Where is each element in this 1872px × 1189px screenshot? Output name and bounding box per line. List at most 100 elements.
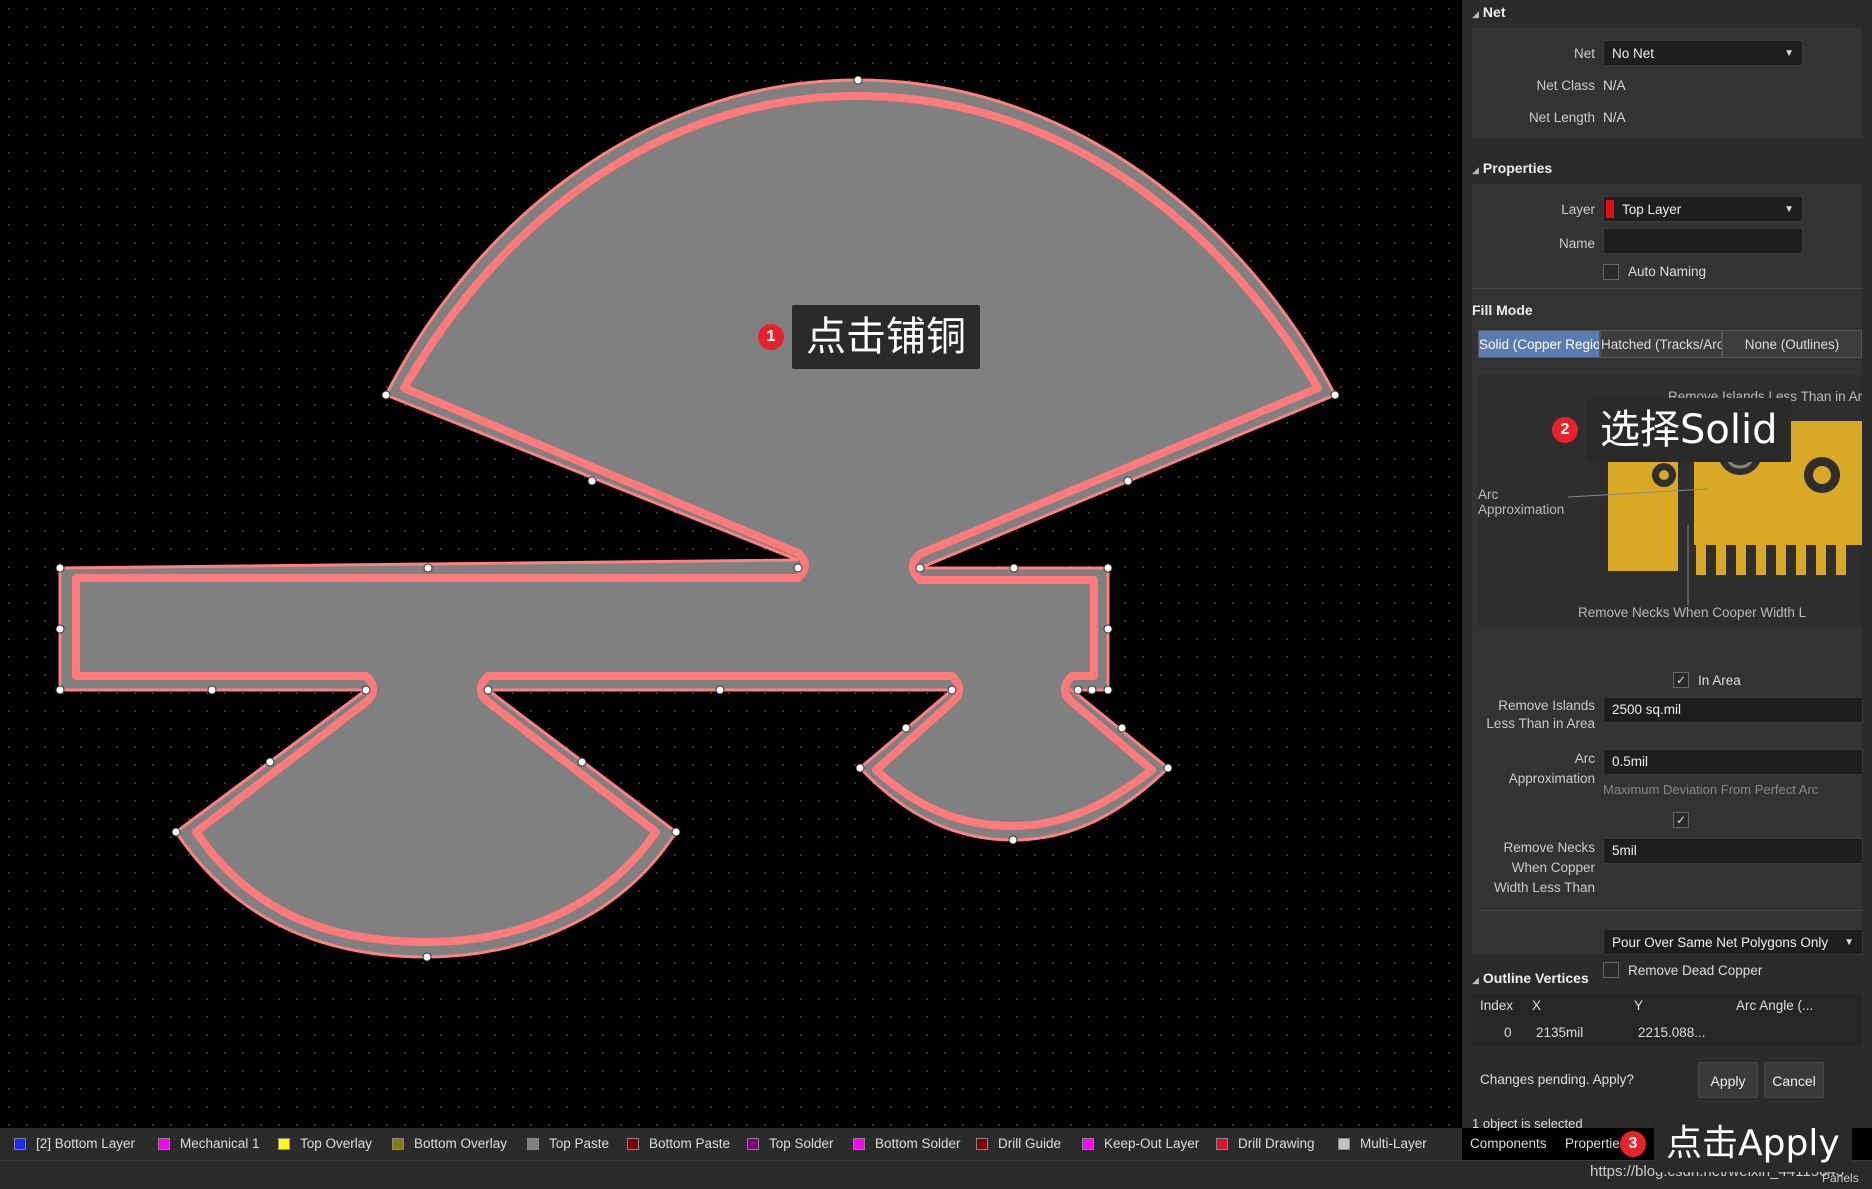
- properties-tab[interactable]: Properties: [1565, 1130, 1627, 1158]
- arc-approximation-input[interactable]: 0.5mil: [1603, 749, 1863, 775]
- auto-naming-checkbox[interactable]: [1603, 264, 1619, 280]
- fill-mode-none-button[interactable]: None (Outlines): [1722, 330, 1862, 358]
- col-x[interactable]: X: [1532, 994, 1541, 1018]
- remove-islands-label-2: Less Than in Area: [1486, 716, 1595, 731]
- layer-color-swatch: [14, 1138, 26, 1150]
- layer-tab-label: Multi-Layer: [1360, 1136, 1427, 1151]
- col-y[interactable]: Y: [1634, 994, 1643, 1018]
- net-class-value: N/A: [1603, 78, 1626, 93]
- pending-text: Changes pending. Apply?: [1480, 1072, 1634, 1087]
- collapse-triangle-icon[interactable]: ◢: [1472, 9, 1479, 19]
- layer-tab[interactable]: Drill Guide: [976, 1128, 1061, 1160]
- layer-tab-label: Top Paste: [549, 1136, 610, 1151]
- properties-panel: ◢ Net Net No Net ▼ Net Class N/A Net Lengt…: [1462, 0, 1872, 1131]
- layer-tab[interactable]: Multi-Layer: [1338, 1128, 1427, 1160]
- auto-naming-label: Auto Naming: [1628, 264, 1707, 279]
- necks-label-1: Remove Necks: [1503, 840, 1595, 855]
- layer-color-swatch: [158, 1138, 170, 1150]
- arc-label-2: Approximation: [1508, 771, 1595, 786]
- layer-tab[interactable]: Top Overlay: [278, 1128, 372, 1160]
- fill-mode-solid-button[interactable]: Solid (Copper Regions): [1478, 330, 1600, 358]
- col-arc-angle[interactable]: Arc Angle (...: [1736, 994, 1813, 1018]
- remove-necks-checkbox[interactable]: ✓: [1673, 812, 1689, 828]
- layer-color-swatch: [627, 1138, 639, 1150]
- name-input[interactable]: [1603, 228, 1803, 254]
- layer-color-swatch: [976, 1138, 988, 1150]
- net-section: Net No Net ▼ Net Class N/A Net Length N/A: [1472, 28, 1862, 138]
- callout-1: 1 点击铺铜: [758, 305, 980, 369]
- layer-tab-label: Bottom Overlay: [414, 1136, 508, 1151]
- chevron-down-icon: ▼: [1840, 930, 1854, 954]
- callout-3-text: 点击Apply: [1654, 1116, 1852, 1172]
- layer-tab[interactable]: Keep-Out Layer: [1082, 1128, 1199, 1160]
- layer-tab-label: [2] Bottom Layer: [36, 1136, 136, 1151]
- net-length-value: N/A: [1603, 110, 1626, 125]
- layer-tab[interactable]: [2] Bottom Layer: [14, 1128, 135, 1160]
- cancel-button[interactable]: Cancel: [1764, 1062, 1824, 1098]
- callout-1-text: 点击铺铜: [792, 305, 980, 369]
- callout-2: 2 选择Solid: [1552, 398, 1792, 462]
- chevron-down-icon: ▼: [1784, 204, 1794, 215]
- layer-color-swatch: [1338, 1138, 1350, 1150]
- remove-necks-input[interactable]: 5mil: [1603, 838, 1863, 864]
- collapse-triangle-icon[interactable]: ◢: [1472, 165, 1479, 175]
- layer-tab-label: Keep-Out Layer: [1104, 1136, 1200, 1151]
- net-dropdown[interactable]: No Net ▼: [1603, 40, 1803, 66]
- layer-color-swatch: [853, 1138, 865, 1150]
- layer-tab[interactable]: Drill Drawing: [1216, 1128, 1315, 1160]
- panels-button[interactable]: Panels: [1822, 1171, 1859, 1185]
- fill-mode-hatched-button[interactable]: Hatched (Tracks/Arcs): [1600, 330, 1722, 358]
- pour-over-dropdown[interactable]: Pour Over Same Net Polygons Only ▼: [1603, 929, 1863, 955]
- net-class-label: Net Class: [1536, 78, 1595, 93]
- remove-dead-copper-checkbox[interactable]: [1603, 962, 1619, 978]
- properties-section-header[interactable]: ◢ Properties: [1472, 160, 1552, 176]
- col-index[interactable]: Index: [1480, 994, 1513, 1018]
- apply-button[interactable]: Apply: [1698, 1062, 1758, 1098]
- arc-label-1: Arc: [1574, 751, 1595, 766]
- remove-dead-copper-label: Remove Dead Copper: [1628, 963, 1763, 978]
- layer-color-swatch: [747, 1138, 759, 1150]
- callout-1-number: 1: [758, 324, 784, 350]
- necks-label-3: Width Less Than: [1493, 880, 1595, 895]
- name-label: Name: [1558, 236, 1595, 251]
- layer-tab-label: Top Overlay: [300, 1136, 373, 1151]
- diagram-necks-text: Remove Necks When Cooper Width L: [1578, 605, 1807, 620]
- layer-tab-label: Drill Guide: [998, 1136, 1062, 1151]
- layer-tab[interactable]: Bottom Overlay: [392, 1128, 507, 1160]
- callout-3: 3 点击Apply: [1620, 1116, 1852, 1172]
- callout-2-text: 选择Solid: [1586, 398, 1792, 462]
- components-tab[interactable]: Components: [1470, 1130, 1547, 1158]
- table-cell-x[interactable]: 2135mil: [1536, 1020, 1583, 1046]
- remove-islands-label-1: Remove Islands: [1498, 698, 1595, 713]
- chevron-down-icon: ▼: [1784, 48, 1794, 59]
- pcb-canvas[interactable]: 1 点击铺铜: [0, 0, 1462, 1128]
- layer-color-swatch: [1216, 1138, 1228, 1150]
- layer-color-swatch: [1082, 1138, 1094, 1150]
- table-cell-y[interactable]: 2215.088...: [1638, 1020, 1706, 1046]
- layer-color-swatch: [527, 1138, 539, 1150]
- layer-tab[interactable]: Top Solder: [747, 1128, 834, 1160]
- net-section-header[interactable]: ◢ Net: [1472, 4, 1505, 20]
- layer-tab-label: Bottom Solder: [875, 1136, 961, 1151]
- in-area-label: In Area: [1698, 673, 1741, 688]
- layer-color-swatch: [1606, 200, 1614, 218]
- table-cell-index[interactable]: 0: [1504, 1020, 1512, 1046]
- layer-tab-label: Mechanical 1: [180, 1136, 260, 1151]
- layer-tab[interactable]: Mechanical 1: [158, 1128, 260, 1160]
- layer-color-swatch: [278, 1138, 290, 1150]
- layer-tab[interactable]: Bottom Paste: [627, 1128, 730, 1160]
- in-area-checkbox[interactable]: ✓: [1673, 672, 1689, 688]
- layer-label: Layer: [1561, 202, 1595, 217]
- collapse-triangle-icon[interactable]: ◢: [1472, 975, 1479, 985]
- necks-label-2: When Copper: [1511, 860, 1595, 875]
- remove-islands-input[interactable]: 2500 sq.mil: [1603, 697, 1863, 723]
- divider: [1478, 910, 1862, 911]
- layer-dropdown[interactable]: Top Layer ▼: [1603, 196, 1803, 222]
- layer-tab[interactable]: Bottom Solder: [853, 1128, 961, 1160]
- layer-tab-label: Bottom Paste: [649, 1136, 731, 1151]
- layer-tab[interactable]: Top Paste: [527, 1128, 609, 1160]
- outline-vertices-header[interactable]: ◢ Outline Vertices: [1472, 970, 1589, 986]
- polygon-shape[interactable]: [55, 75, 1340, 962]
- callout-3-number: 3: [1620, 1131, 1646, 1157]
- divider: [1472, 288, 1862, 289]
